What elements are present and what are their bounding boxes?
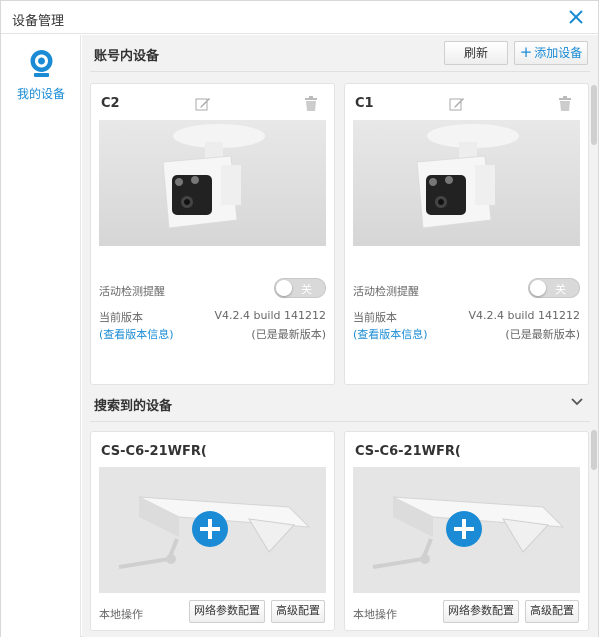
device-thumbnail bbox=[353, 467, 580, 593]
found-devices-header[interactable]: 搜索到的设备 bbox=[82, 385, 598, 421]
motion-detection-toggle[interactable]: 关 bbox=[528, 278, 580, 298]
latest-version-text: (已是最新版本) bbox=[505, 328, 580, 341]
chevron-down-icon[interactable] bbox=[570, 395, 584, 409]
scrollbar[interactable] bbox=[591, 85, 597, 145]
version-info-row: (查看版本信息) (已是最新版本) bbox=[353, 326, 580, 342]
advanced-config-button[interactable]: 高级配置 bbox=[271, 600, 325, 623]
window-title: 设备管理 bbox=[12, 14, 65, 29]
version-info-row: (查看版本信息) (已是最新版本) bbox=[99, 326, 326, 342]
device-card: C2 活动检测提醒 关 当前版本 V4.2.4 build 141212 (查看… bbox=[90, 83, 335, 385]
edit-icon[interactable] bbox=[449, 96, 465, 112]
trash-icon[interactable] bbox=[304, 96, 318, 112]
device-name: CS-C6-21WFR( bbox=[355, 444, 461, 459]
edit-icon[interactable] bbox=[195, 96, 211, 112]
advanced-config-button[interactable]: 高级配置 bbox=[525, 600, 579, 623]
camera-image bbox=[353, 120, 580, 246]
version-label: 当前版本 bbox=[353, 311, 397, 324]
motion-detection-row: 活动检测提醒 关 bbox=[99, 278, 326, 299]
camera-icon bbox=[30, 50, 53, 77]
version-row: 当前版本 V4.2.4 build 141212 bbox=[99, 309, 326, 325]
toggle-label: 关 bbox=[555, 283, 566, 296]
version-value: V4.2.4 build 141212 bbox=[214, 309, 326, 322]
version-row: 当前版本 V4.2.4 build 141212 bbox=[353, 309, 580, 325]
version-label: 当前版本 bbox=[99, 311, 143, 324]
view-version-info-link[interactable]: (查看版本信息) bbox=[353, 328, 428, 341]
title-bar: 设备管理 bbox=[1, 1, 598, 34]
device-name: C2 bbox=[101, 96, 120, 111]
add-device-button[interactable]: + 添加设备 bbox=[514, 41, 588, 65]
device-thumbnail bbox=[353, 120, 580, 246]
device-thumbnail bbox=[99, 120, 326, 246]
toggle-knob bbox=[530, 280, 546, 296]
sidebar-item-my-devices[interactable]: 我的设备 bbox=[1, 41, 81, 103]
motion-detection-label: 活动检测提醒 bbox=[99, 285, 165, 298]
divider bbox=[90, 71, 590, 72]
latest-version-text: (已是最新版本) bbox=[251, 328, 326, 341]
section-title-found-devices: 搜索到的设备 bbox=[94, 399, 173, 414]
trash-icon[interactable] bbox=[558, 96, 572, 112]
local-operation-label: 本地操作 bbox=[99, 608, 143, 621]
redaction-mask bbox=[125, 96, 187, 112]
sidebar-item-label: 我的设备 bbox=[16, 87, 65, 101]
redaction-mask bbox=[467, 443, 537, 459]
sidebar: 我的设备 bbox=[1, 35, 81, 637]
scrollbar[interactable] bbox=[591, 430, 597, 470]
close-icon[interactable] bbox=[566, 7, 586, 27]
toggle-label: 关 bbox=[301, 283, 312, 296]
camera-placeholder-image bbox=[99, 467, 326, 593]
toggle-knob bbox=[276, 280, 292, 296]
local-operation-label: 本地操作 bbox=[353, 608, 397, 621]
found-device-card: CS-C6-21WFR( 本地操作 网络参数配置 高级配置 bbox=[90, 431, 335, 631]
device-manager-window: 设备管理 我的设备 账号内设备 刷新 + 添加设备 C2 活动检测提醒 关 当前… bbox=[0, 0, 599, 637]
motion-detection-label: 活动检测提醒 bbox=[353, 285, 419, 298]
refresh-button[interactable]: 刷新 bbox=[444, 41, 508, 65]
motion-detection-toggle[interactable]: 关 bbox=[274, 278, 326, 298]
main-panel: 账号内设备 刷新 + 添加设备 C2 活动检测提醒 关 当前版本 V4.2.4 … bbox=[82, 35, 598, 637]
redaction-mask bbox=[213, 443, 283, 459]
device-thumbnail bbox=[99, 467, 326, 593]
device-name: C1 bbox=[355, 96, 374, 111]
network-config-button[interactable]: 网络参数配置 bbox=[189, 600, 265, 623]
divider bbox=[90, 421, 590, 422]
plus-icon: + bbox=[519, 43, 533, 61]
motion-detection-row: 活动检测提醒 关 bbox=[353, 278, 580, 299]
found-device-card: CS-C6-21WFR( 本地操作 网络参数配置 高级配置 bbox=[344, 431, 589, 631]
camera-image bbox=[99, 120, 326, 246]
add-device-label: 添加设备 bbox=[534, 46, 583, 60]
version-value: V4.2.4 build 141212 bbox=[468, 309, 580, 322]
account-devices-header: 账号内设备 刷新 + 添加设备 bbox=[82, 35, 598, 71]
device-name: CS-C6-21WFR( bbox=[101, 444, 207, 459]
view-version-info-link[interactable]: (查看版本信息) bbox=[99, 328, 174, 341]
section-title-account-devices: 账号内设备 bbox=[94, 49, 160, 64]
device-card: C1 活动检测提醒 关 当前版本 V4.2.4 build 141212 (查看… bbox=[344, 83, 589, 385]
network-config-button[interactable]: 网络参数配置 bbox=[443, 600, 519, 623]
camera-placeholder-image bbox=[353, 467, 580, 593]
